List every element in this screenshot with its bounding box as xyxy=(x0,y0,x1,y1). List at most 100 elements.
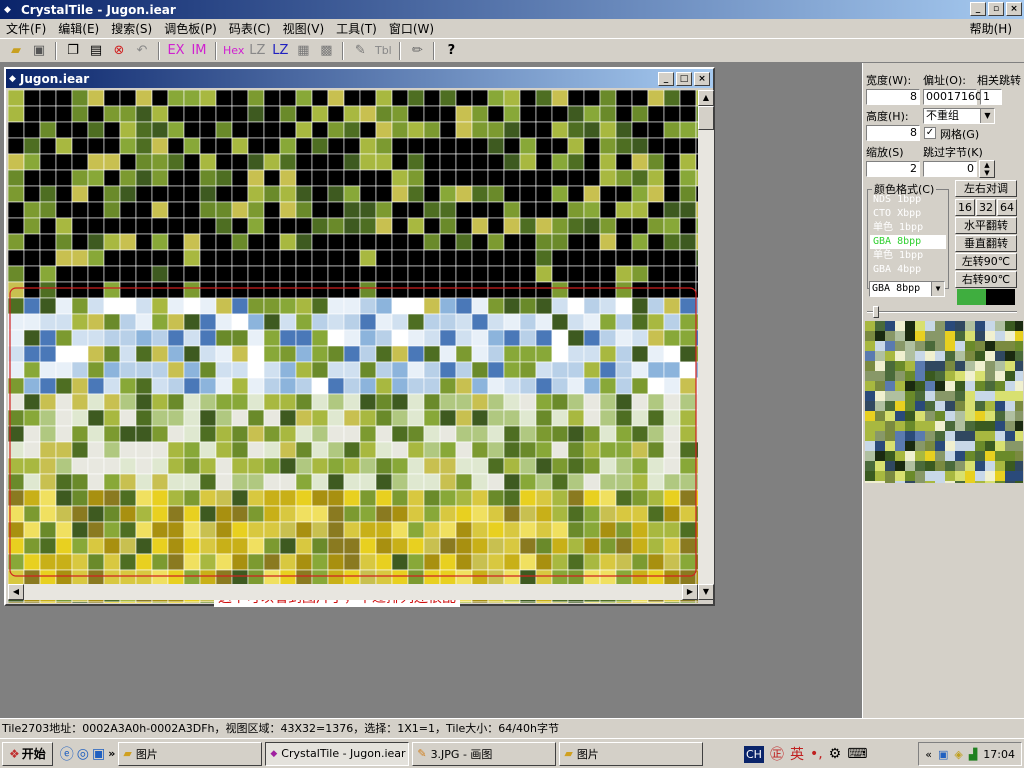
palette-swatch[interactable] xyxy=(885,421,895,431)
paste-icon[interactable]: ▤ xyxy=(86,41,106,61)
palette-swatch[interactable] xyxy=(915,441,925,451)
palette-swatch[interactable] xyxy=(925,361,935,371)
palette-swatch[interactable] xyxy=(935,391,945,401)
palette-swatch[interactable] xyxy=(1005,471,1015,481)
horizontal-scrollbar[interactable]: ◀ ▶ xyxy=(8,584,698,600)
palette-swatch[interactable] xyxy=(975,481,985,483)
menu-palette[interactable]: 调色板(P) xyxy=(158,20,223,37)
tile-canvas[interactable] xyxy=(8,90,698,603)
color-format-list[interactable]: NDS 1bpp CTO Xbpp 单色 1bpp GBA 8bpp 单色 1b… xyxy=(870,193,946,277)
child-close-button[interactable]: × xyxy=(694,72,710,86)
volume-icon[interactable]: ▟ xyxy=(969,748,977,761)
palette-swatch[interactable] xyxy=(985,381,995,391)
palette-swatch[interactable] xyxy=(925,321,935,331)
palette-swatch[interactable] xyxy=(865,441,875,451)
palette-swatch[interactable] xyxy=(1005,411,1015,421)
palette-swatch[interactable] xyxy=(895,371,905,381)
palette-swatch[interactable] xyxy=(935,431,945,441)
palette-swatch[interactable] xyxy=(995,361,1005,371)
palette-swatch[interactable] xyxy=(1005,361,1015,371)
open-folder-icon[interactable]: ▰ xyxy=(6,41,26,61)
palette-swatch[interactable] xyxy=(925,341,935,351)
start-button[interactable]: ❖ 开始 xyxy=(2,741,53,766)
palette-swatch[interactable] xyxy=(985,401,995,411)
palette-swatch[interactable] xyxy=(1005,441,1015,451)
format-option[interactable]: 单色 1bpp xyxy=(870,249,946,263)
palette-swatch[interactable] xyxy=(935,481,945,483)
palette-swatch[interactable] xyxy=(995,341,1005,351)
palette-swatch[interactable] xyxy=(925,481,935,483)
scroll-up-icon[interactable]: ▲ xyxy=(698,90,714,106)
palette-swatch[interactable] xyxy=(1005,341,1015,351)
size-32-button[interactable]: 32 xyxy=(976,199,996,216)
palette-swatch[interactable] xyxy=(915,391,925,401)
palette-swatch[interactable] xyxy=(935,471,945,481)
palette-swatch[interactable] xyxy=(895,351,905,361)
minimize-button[interactable]: _ xyxy=(970,2,986,16)
palette-swatch[interactable] xyxy=(905,391,915,401)
palette-swatch[interactable] xyxy=(915,481,925,483)
palette-swatch[interactable] xyxy=(935,411,945,421)
palette-swatch[interactable] xyxy=(875,341,885,351)
palette-swatch[interactable] xyxy=(965,351,975,361)
palette-swatch[interactable] xyxy=(935,321,945,331)
palette-swatch[interactable] xyxy=(955,461,965,471)
palette-swatch[interactable] xyxy=(925,451,935,461)
palette-swatch[interactable] xyxy=(985,431,995,441)
ime-tools-icon[interactable]: ⚙ xyxy=(829,746,842,762)
palette-swatch[interactable] xyxy=(895,441,905,451)
palette-swatch[interactable] xyxy=(935,351,945,361)
palette-swatch[interactable] xyxy=(905,481,915,483)
palette-swatch[interactable] xyxy=(975,331,985,341)
palette-swatch[interactable] xyxy=(945,391,955,401)
palette-swatch[interactable] xyxy=(885,331,895,341)
palette-swatch[interactable] xyxy=(955,321,965,331)
foreground-color-swatch[interactable] xyxy=(957,289,986,305)
palette-swatch[interactable] xyxy=(965,451,975,461)
palette-swatch[interactable] xyxy=(865,461,875,471)
palette-swatch[interactable] xyxy=(985,451,995,461)
palette-swatch[interactable] xyxy=(995,411,1005,421)
palette-swatch[interactable] xyxy=(985,351,995,361)
palette-swatch[interactable] xyxy=(1015,381,1023,391)
palette-swatch[interactable] xyxy=(905,321,915,331)
palette-swatch[interactable] xyxy=(985,481,995,483)
palette-swatch[interactable] xyxy=(885,401,895,411)
format-option[interactable]: CTO Xbpp xyxy=(870,207,946,221)
scroll-down-icon[interactable]: ▼ xyxy=(698,584,714,600)
palette-swatch[interactable] xyxy=(955,341,965,351)
palette-swatch[interactable] xyxy=(885,371,895,381)
palette-swatch[interactable] xyxy=(955,411,965,421)
size-64-button[interactable]: 64 xyxy=(997,199,1017,216)
palette-swatch[interactable] xyxy=(975,401,985,411)
lz-compress-button[interactable]: LZ xyxy=(270,41,290,61)
palette-swatch[interactable] xyxy=(905,331,915,341)
palette-swatch[interactable] xyxy=(995,401,1005,411)
help-icon[interactable]: ? xyxy=(441,41,461,61)
palette-swatch[interactable] xyxy=(1005,401,1015,411)
palette-swatch[interactable] xyxy=(1005,421,1015,431)
palette-swatch[interactable] xyxy=(925,441,935,451)
palette-swatch[interactable] xyxy=(945,431,955,441)
palette-swatch[interactable] xyxy=(885,391,895,401)
palette-swatch[interactable] xyxy=(895,451,905,461)
palette-swatch[interactable] xyxy=(955,331,965,341)
palette-swatch[interactable] xyxy=(945,331,955,341)
ime-lang[interactable]: 英 xyxy=(790,744,804,764)
palette-swatch[interactable] xyxy=(875,361,885,371)
palette-swatch[interactable] xyxy=(875,331,885,341)
palette-swatch[interactable] xyxy=(945,411,955,421)
palette-swatch[interactable] xyxy=(935,371,945,381)
palette-swatch[interactable] xyxy=(955,471,965,481)
palette-slider-thumb[interactable] xyxy=(873,306,879,318)
palette-swatch[interactable] xyxy=(1015,431,1023,441)
palette-swatch[interactable] xyxy=(985,341,995,351)
palette-swatch[interactable] xyxy=(905,411,915,421)
copy-icon[interactable]: ❐ xyxy=(63,41,83,61)
palette-swatch[interactable] xyxy=(985,421,995,431)
palette-swatch[interactable] xyxy=(975,421,985,431)
palette-swatch[interactable] xyxy=(945,321,955,331)
skip-bytes-field[interactable]: 0 xyxy=(923,161,977,177)
task-paint[interactable]: ✎ 3.JPG - 画图 xyxy=(412,741,557,766)
palette-swatch[interactable] xyxy=(925,401,935,411)
